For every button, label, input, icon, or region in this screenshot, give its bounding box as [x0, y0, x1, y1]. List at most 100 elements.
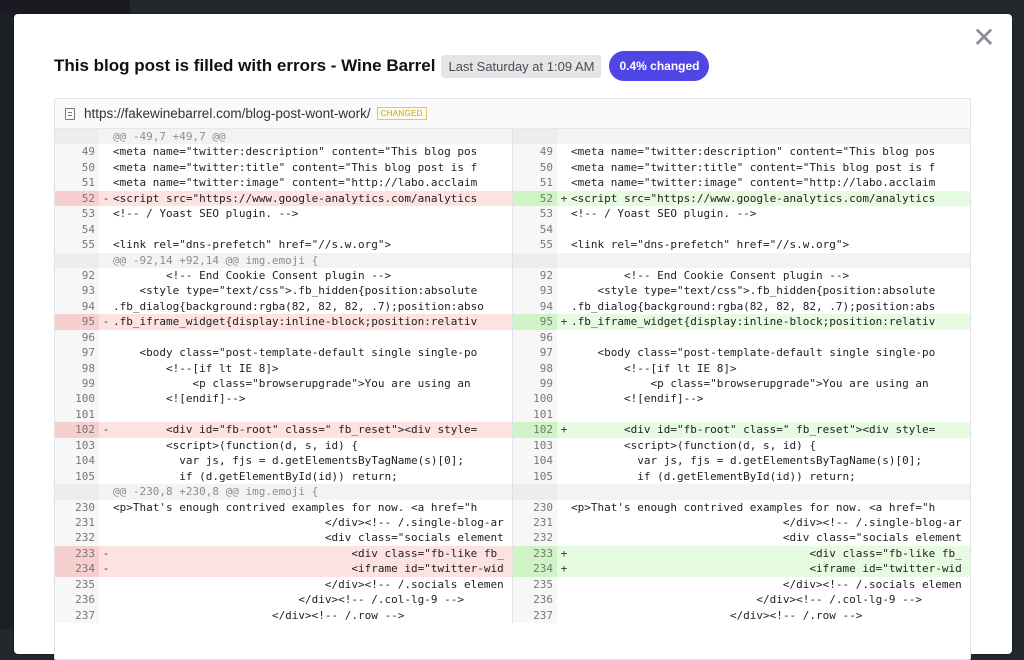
code-text: <p class="browserupgrade">You are using …: [113, 377, 471, 390]
code-text: .fb_iframe_widget{display:inline-block;p…: [571, 315, 936, 329]
diff-sign: [557, 438, 571, 453]
line-number: 231: [513, 514, 557, 531]
line-number: 235: [55, 576, 99, 593]
diff-line: 93 <style type="text/css">.fb_hidden{pos…: [55, 283, 512, 299]
diff-sign: [557, 361, 571, 376]
line-number: 230: [55, 499, 99, 515]
diff-sign: [99, 608, 113, 623]
diff-line: 231 </div><!-- /.single-blog-ar: [513, 514, 970, 531]
diff-sign: [99, 592, 113, 607]
diff-sign: [557, 391, 571, 406]
diff-line: 101: [513, 406, 970, 423]
diff-line: 100 <![endif]-->: [55, 391, 512, 407]
diff-sign: [99, 253, 113, 268]
code-text: <iframe id="twitter-wid: [571, 562, 962, 576]
diff-line: 237 </div><!-- /.row -->: [55, 607, 512, 623]
diff-line: 92 <!-- End Cookie Consent plugin -->: [513, 267, 970, 284]
code-text: <div id="fb-root" class=" fb_reset"><div…: [113, 423, 478, 437]
diff-line: 98 <!--[if lt IE 8]>: [513, 360, 970, 376]
file-url[interactable]: https://fakewinebarrel.com/blog-post-won…: [84, 106, 371, 121]
diff-sign: [99, 391, 113, 406]
diff-line: 50 <meta name="twitter:title" content="Th…: [513, 159, 970, 176]
diff-sign: [557, 608, 571, 623]
diff-sign: +: [560, 546, 568, 560]
code-text: <div class="socials element: [571, 531, 962, 545]
line-number: 52: [513, 190, 557, 207]
diff-line: 104 var js, fjs = d.getElementsByTagName…: [55, 453, 512, 469]
diff-viewer: https://fakewinebarrel.com/blog-post-won…: [54, 98, 971, 660]
line-number: 232: [513, 530, 557, 546]
diff-sign: [557, 283, 571, 298]
diff-sign: [99, 283, 113, 298]
line-number: 104: [513, 453, 557, 469]
line-number: 93: [513, 283, 557, 299]
line-number: 55: [513, 237, 557, 253]
diff-sign: +: [560, 423, 568, 437]
diff-line: 102 + <div id="fb-root" class=" fb_reset"…: [513, 422, 970, 438]
code-text: </div><!-- /.col-lg-9 -->: [113, 593, 464, 607]
diff-sign: [99, 515, 113, 530]
diff-line: 93 <style type="text/css">.fb_hidden{pos…: [513, 283, 970, 299]
diff-line: 92 <!-- End Cookie Consent plugin -->: [55, 267, 512, 284]
diff-sign: [557, 577, 571, 592]
code-text: <meta name="twitter:title" content="This…: [113, 160, 478, 174]
diff-sign: [557, 129, 571, 144]
code-text: <div class="fb-like fb_: [113, 546, 504, 560]
diff-sign: +: [560, 191, 568, 205]
diff-sign: [557, 330, 571, 345]
diff-line: 103 <script>(function(d, s, id) {: [55, 437, 512, 454]
change-percentage-badge: 0.4% changed: [609, 51, 710, 81]
code-text: @@ -49,7 +49,7 @@: [113, 130, 226, 143]
old-version-pane[interactable]: @@ -49,7 +49,7 @@ 49 <meta name="twitter:d…: [55, 129, 513, 623]
backdrop: [0, 0, 14, 629]
hunk-header: @@ -230,8 +230,8 @@ img.emoji {: [55, 484, 512, 500]
line-number: 49: [55, 144, 99, 160]
code-text: <![endif]-->: [113, 392, 246, 406]
diff-line: 236 </div><!-- /.col-lg-9 -->: [55, 592, 512, 608]
line-number: 55: [55, 237, 99, 253]
code-text: <style type="text/css">.fb_hidden{positi…: [571, 284, 936, 298]
diff-line: 54: [513, 221, 970, 238]
diff-line: 53 <!-- / Yoast SEO plugin. -->: [513, 206, 970, 222]
diff-sign: -: [102, 315, 110, 329]
line-number: 233: [55, 545, 99, 562]
new-version-pane[interactable]: 49 <meta name="twitter:description" conte…: [513, 129, 970, 623]
page-title: This blog post is filled with errors - W…: [54, 56, 436, 75]
diff-sign: [557, 530, 571, 545]
diff-line: 55 <link rel="dns-prefetch" href="//s.w.o…: [513, 237, 970, 253]
close-icon[interactable]: ✕: [972, 24, 996, 52]
diff-line: 232 <div class="socials element: [55, 530, 512, 546]
hunk-header: [513, 129, 970, 145]
code-text: .fb_dialog{background:rgba(82, 82, 82, .…: [113, 299, 484, 313]
code-text: <![endif]-->: [571, 392, 704, 406]
line-number: 100: [513, 391, 557, 407]
diff-sign: [557, 515, 571, 530]
diff-sign: [557, 592, 571, 607]
diff-line: 52- <script src="https://www.google-analy…: [55, 190, 512, 207]
line-number: 231: [55, 514, 99, 531]
code-text: @@ -92,14 +92,14 @@ img.emoji {: [113, 253, 319, 267]
diff-line: 235 </div><!-- /.socials elemen: [55, 576, 512, 593]
code-text: <style type="text/css">.fb_hidden{positi…: [113, 284, 478, 298]
diff-sign: [99, 500, 113, 515]
diff-sign: [99, 345, 113, 360]
diff-sign: +: [560, 562, 568, 576]
line-number: 234: [513, 561, 557, 577]
diff-sign: [557, 407, 571, 422]
code-text: var js, fjs = d.getElementsByTagName(s)[…: [571, 454, 922, 468]
diff-sign: -: [102, 562, 110, 576]
line-number: 54: [55, 221, 99, 238]
code-text: <div class="fb-like fb_: [571, 546, 962, 560]
line-number: 93: [55, 283, 99, 299]
file-icon: [65, 107, 75, 120]
line-number: 234: [55, 561, 99, 577]
code-text: <!--[if lt IE 8]>: [113, 361, 279, 375]
diff-line: 53 <!-- / Yoast SEO plugin. -->: [55, 206, 512, 222]
code-text: @@ -230,8 +230,8 @@ img.emoji {: [113, 485, 319, 499]
line-number: 95: [513, 314, 557, 330]
diff-line: 49 <meta name="twitter:description" conte…: [55, 144, 512, 160]
